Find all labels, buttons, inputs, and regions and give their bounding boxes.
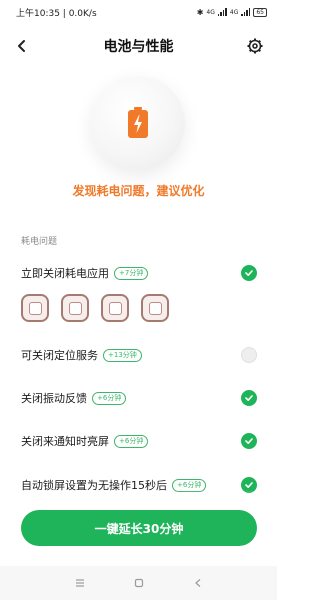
settings-button[interactable] (245, 36, 265, 56)
app-icon (61, 294, 89, 322)
checkbox[interactable] (241, 433, 257, 449)
time-gain-badge: +13分钟 (103, 348, 142, 362)
issue-row-location[interactable]: 可关闭定位服务 +13分钟 (21, 345, 257, 365)
app-icon-list (21, 294, 169, 322)
gear-icon (247, 38, 263, 54)
issue-row-notification-wake[interactable]: 关闭来通知时亮屏 +6分钟 (21, 431, 257, 451)
checkbox[interactable] (241, 347, 257, 363)
back-triangle-icon (194, 579, 200, 587)
home-icon (134, 578, 143, 588)
status-bar: 上午10:35 | 0.0K/s ✱ 4G 4G 65 (0, 0, 277, 24)
chevron-left-icon (18, 40, 25, 52)
network-label-1: 4G (206, 8, 215, 16)
battery-status-graphic (91, 76, 185, 170)
issue-label: 立即关闭耗电应用 (21, 267, 109, 280)
system-nav-bar (0, 566, 277, 600)
nav-back-button[interactable] (190, 575, 206, 591)
page-title: 电池与性能 (103, 39, 174, 55)
issue-row-close-apps[interactable]: 立即关闭耗电应用 +7分钟 (21, 263, 257, 283)
diagnosis-message: 发现耗电问题，建议优化 (72, 184, 205, 198)
issue-label: 关闭振动反馈 (21, 392, 87, 405)
home-button[interactable] (131, 575, 147, 591)
time-gain-badge: +6分钟 (114, 434, 149, 448)
time-gain-badge: +6分钟 (92, 391, 127, 405)
check-icon (245, 395, 253, 401)
issue-label: 可关闭定位服务 (21, 349, 98, 362)
fade-overlay (0, 490, 277, 510)
signal-icon (217, 8, 227, 16)
network-label-2: 4G (229, 8, 239, 16)
battery-charging-icon (128, 107, 148, 138)
app-icon (141, 294, 169, 322)
check-icon (245, 438, 253, 444)
status-time: 上午10:35 | 0.0K/s (16, 8, 97, 19)
time-gain-badge: +7分钟 (114, 266, 149, 280)
status-icons: ✱ 4G 4G 65 (196, 7, 267, 17)
checkbox[interactable] (241, 265, 257, 281)
battery-level-icon: 65 (253, 7, 267, 17)
extend-battery-button[interactable]: 一键延长30分钟 (21, 510, 257, 546)
app-icon (101, 294, 129, 322)
issue-row-vibration[interactable]: 关闭振动反馈 +6分钟 (21, 388, 257, 408)
signal-icon (241, 8, 251, 16)
menu-icon (75, 579, 84, 587)
checkbox[interactable] (241, 390, 257, 406)
back-button[interactable] (12, 36, 32, 56)
app-icon (21, 294, 49, 322)
header: 电池与性能 (0, 30, 277, 62)
section-label: 耗电问题 (21, 237, 58, 247)
issue-label: 关闭来通知时亮屏 (21, 435, 109, 448)
check-icon (245, 270, 253, 276)
check-icon (245, 482, 253, 488)
recent-apps-button[interactable] (72, 575, 88, 591)
bluetooth-icon: ✱ (196, 7, 204, 17)
